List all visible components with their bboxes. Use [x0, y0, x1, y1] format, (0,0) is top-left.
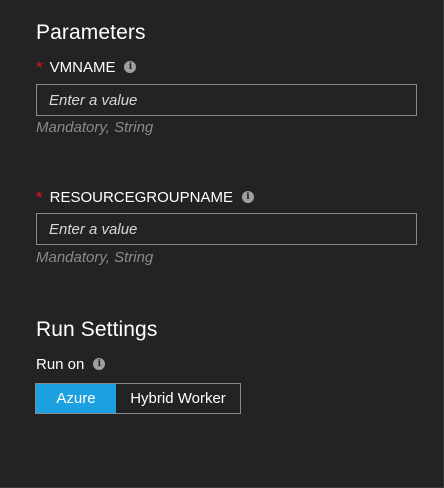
resourcegroupname-hint: Mandatory, String	[36, 249, 154, 266]
vmname-hint: Mandatory, String	[36, 119, 154, 136]
run-settings-heading: Run Settings	[36, 318, 158, 341]
run-on-hybrid-worker-button[interactable]: Hybrid Worker	[116, 384, 240, 413]
required-asterisk: *	[36, 57, 43, 77]
resourcegroupname-label: RESOURCEGROUPNAME	[49, 188, 233, 206]
info-icon[interactable]: i	[124, 61, 137, 73]
vmname-input[interactable]	[36, 84, 417, 116]
parameters-heading: Parameters	[36, 21, 146, 44]
required-asterisk: *	[36, 187, 43, 207]
parameters-panel: Parameters * VMNAME i Mandatory, String …	[0, 0, 444, 488]
resourcegroupname-input[interactable]	[36, 213, 417, 245]
vmname-label-row: * VMNAME i	[36, 57, 137, 77]
vmname-label: VMNAME	[49, 58, 116, 76]
info-icon[interactable]: i	[93, 358, 106, 370]
run-on-label-row: Run on i	[36, 354, 106, 374]
info-icon[interactable]: i	[241, 191, 254, 203]
run-on-azure-button[interactable]: Azure	[36, 384, 116, 413]
run-on-label: Run on	[36, 355, 85, 373]
resourcegroupname-label-row: * RESOURCEGROUPNAME i	[36, 187, 254, 207]
run-on-toggle: Azure Hybrid Worker	[35, 383, 241, 414]
